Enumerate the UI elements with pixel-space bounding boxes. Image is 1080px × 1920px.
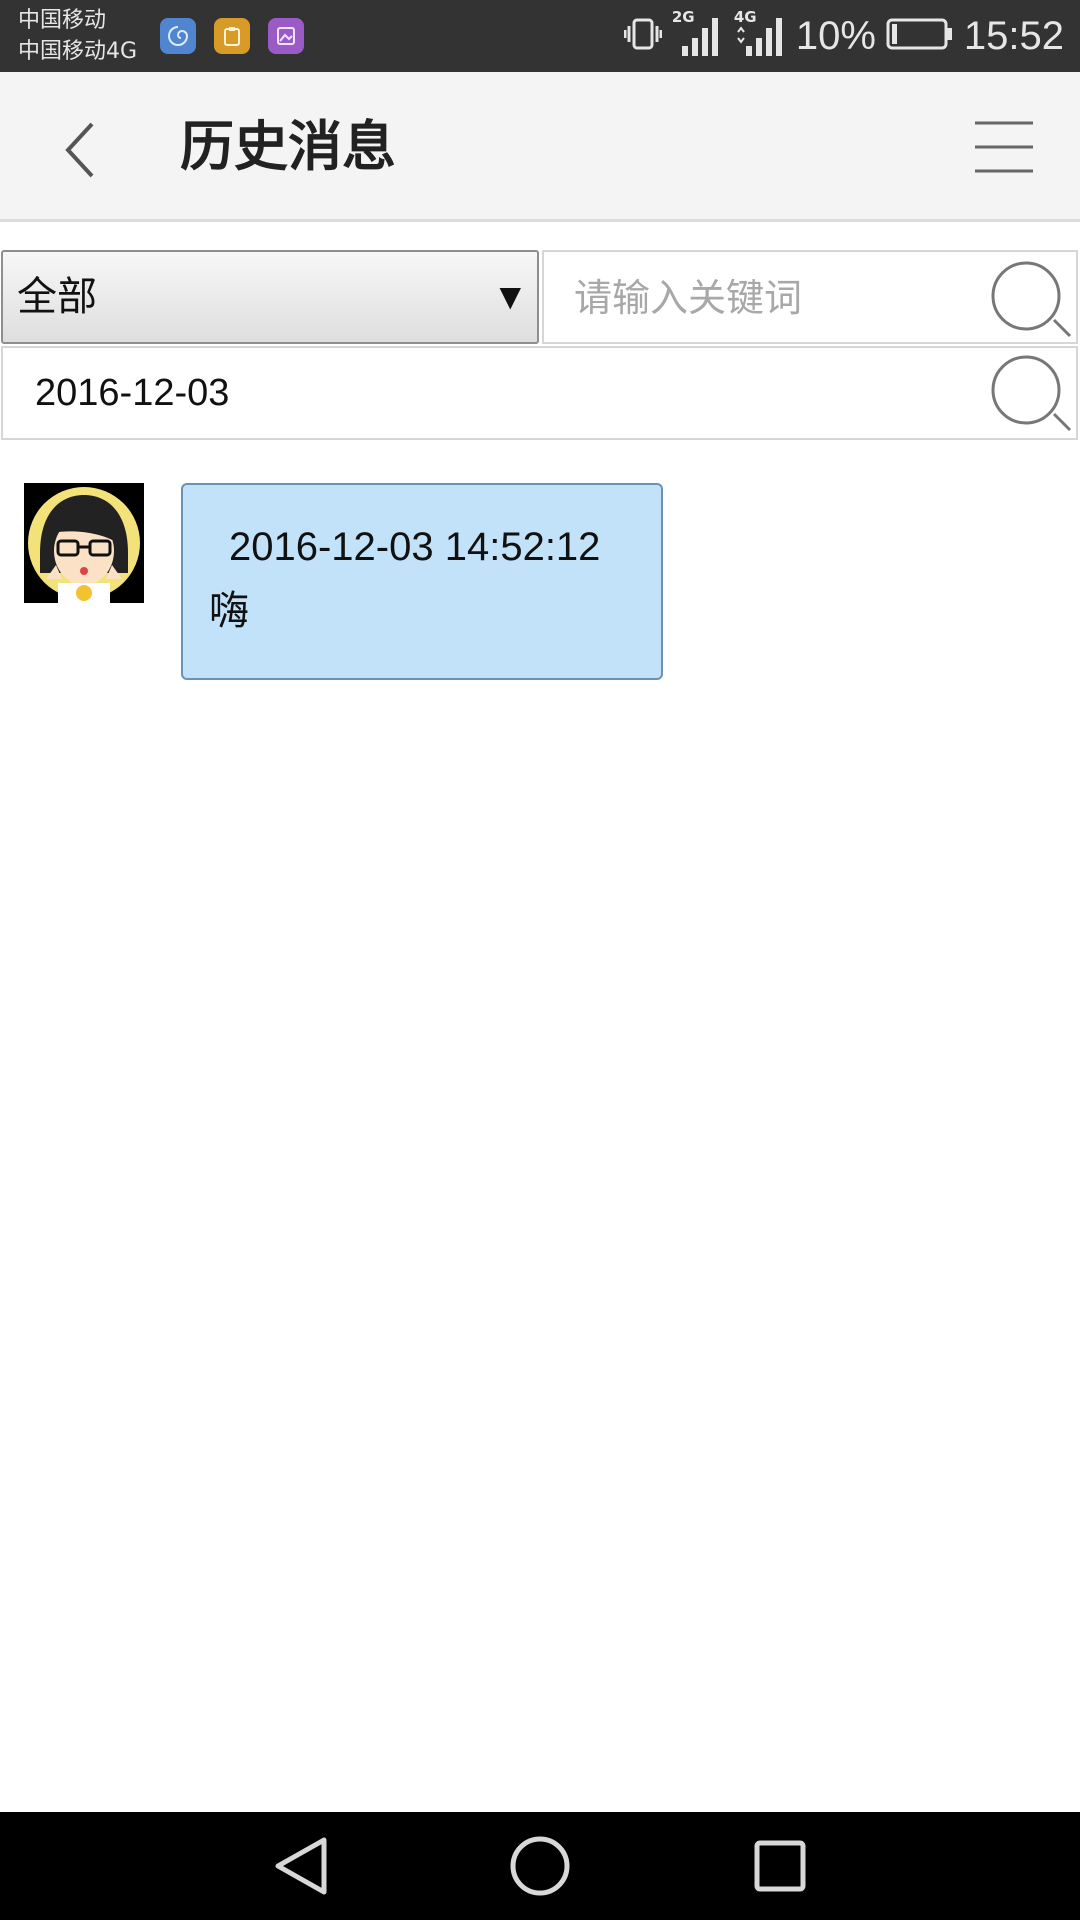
vibrate-icon — [623, 14, 663, 58]
signal-4g-icon: 4G — [734, 8, 786, 58]
clock: 15:52 — [963, 13, 1064, 58]
nav-recents-button[interactable] — [744, 1830, 816, 1902]
carrier-2-label: 中国移动4G — [18, 39, 138, 64]
menu-button[interactable] — [964, 112, 1044, 182]
hamburger-menu-icon — [975, 121, 1033, 173]
back-triangle-icon — [275, 1837, 327, 1895]
gallery-app-icon — [268, 18, 304, 54]
back-button[interactable] — [40, 110, 120, 190]
date-filter-value: 2016-12-03 — [35, 372, 230, 414]
message-timestamp: 2016-12-03 14:52:12 — [229, 525, 601, 569]
message-text: 嗨 — [209, 588, 249, 634]
signal-2g-icon: 2G — [672, 8, 724, 58]
category-select-value: 全部 — [17, 274, 97, 320]
home-circle-icon — [510, 1836, 570, 1896]
category-select[interactable]: 全部 ▼ — [1, 250, 539, 344]
dropdown-arrow-icon: ▼ — [499, 280, 521, 313]
keyword-search-box — [542, 250, 1078, 344]
message-bubble[interactable]: 2016-12-03 14:52:12 嗨 — [181, 483, 663, 680]
battery-fill — [891, 24, 897, 44]
nav-home-button[interactable] — [504, 1830, 576, 1902]
swirl-app-icon — [160, 18, 196, 54]
system-nav-bar — [0, 1812, 1080, 1920]
keyword-input[interactable] — [572, 270, 992, 326]
status-bar: 中国移动 中国移动4G 2G 4G 10% 15:52 — [0, 0, 1080, 72]
recents-square-icon — [754, 1840, 806, 1892]
battery-percent: 10% — [795, 13, 876, 58]
clipboard-app-icon — [214, 18, 250, 54]
page-title: 历史消息 — [180, 115, 396, 178]
filter-row: 全部 ▼ — [0, 248, 1080, 344]
app-header: 历史消息 — [0, 72, 1080, 222]
signal-2g-label: 2G — [671, 8, 695, 26]
signal-4g-label: 4G — [733, 8, 757, 26]
notification-icons — [160, 18, 304, 54]
nav-back-button[interactable] — [264, 1830, 336, 1902]
date-filter[interactable]: 2016-12-03 — [1, 346, 1078, 440]
chevron-left-icon — [65, 122, 94, 178]
search-icon — [991, 355, 1072, 432]
search-icon — [991, 261, 1072, 338]
avatar[interactable] — [24, 483, 144, 603]
status-right: 2G 4G 10% 15:52 — [623, 0, 1064, 72]
keyword-search-button[interactable] — [990, 252, 1076, 342]
battery-icon — [886, 16, 954, 56]
carrier-1-label: 中国移动 — [18, 8, 107, 33]
carrier-info: 中国移动 中国移动4G — [18, 5, 137, 67]
avatar-illustration — [24, 483, 144, 603]
date-search-button[interactable] — [990, 348, 1076, 438]
message-item: 2016-12-03 14:52:12 嗨 — [24, 483, 1024, 683]
